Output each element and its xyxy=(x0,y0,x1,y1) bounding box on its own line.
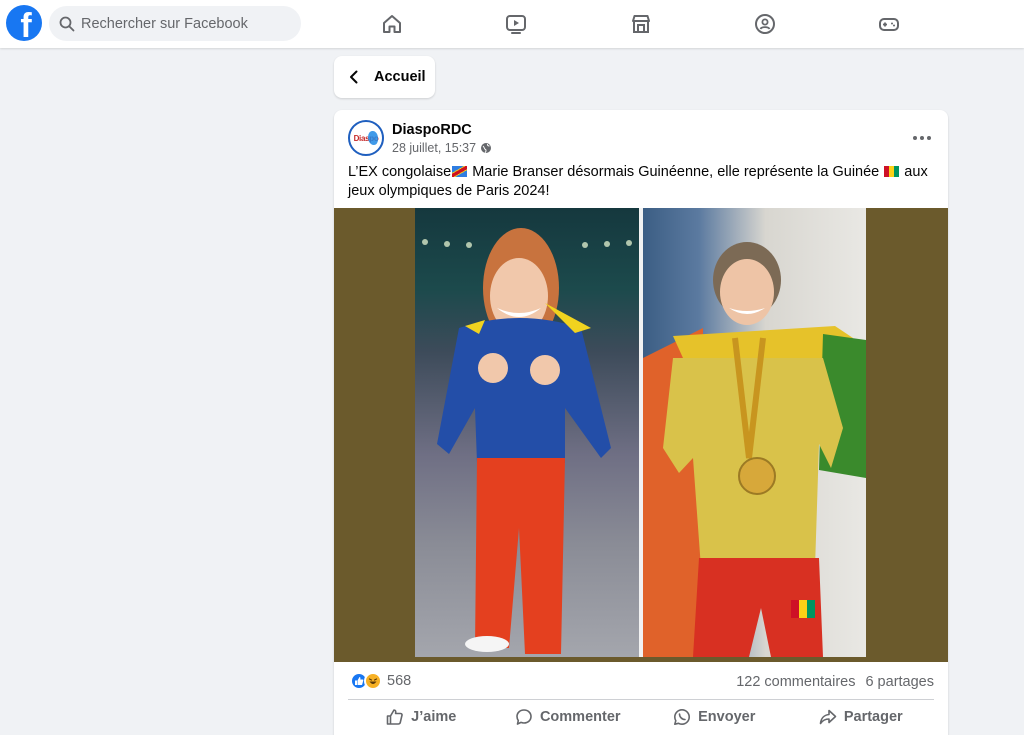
page-avatar[interactable]: Diaspo xyxy=(348,120,384,156)
post-stats: 568 122 commentaires 6 partages xyxy=(334,662,948,700)
video-icon xyxy=(506,15,526,34)
photo-athlete-drc-uniform xyxy=(415,208,639,657)
reaction-count: 568 xyxy=(387,673,412,689)
comment-icon xyxy=(516,709,532,725)
post-action-bar: J’aime Commenter Envoyer Partager xyxy=(348,702,934,732)
post-timestamp[interactable]: 28 juillet, 15:37 xyxy=(392,141,476,155)
comment-button[interactable]: Commenter xyxy=(495,702,642,732)
drc-flag-icon xyxy=(452,166,468,177)
nav-groups-button[interactable] xyxy=(745,8,785,40)
back-to-home-button[interactable]: Accueil xyxy=(334,56,435,98)
reactions-summary[interactable]: 568 xyxy=(350,672,411,690)
globe-icon xyxy=(481,143,492,153)
nav-marketplace-button[interactable] xyxy=(621,8,661,40)
search-input[interactable] xyxy=(81,15,281,32)
send-button-label: Envoyer xyxy=(698,709,756,725)
whatsapp-icon xyxy=(674,709,691,725)
more-horizontal-icon xyxy=(912,127,933,145)
nav-gaming-button[interactable] xyxy=(869,8,909,40)
chevron-left-icon xyxy=(350,70,358,84)
avatar-map-graphic xyxy=(368,131,378,145)
share-arrow-icon xyxy=(819,709,837,725)
photo-athlete-guinea-jersey xyxy=(643,208,866,657)
post-image[interactable] xyxy=(334,208,948,662)
engagement-counts: 122 commentaires 6 partages xyxy=(726,674,934,690)
back-button-label: Accueil xyxy=(374,69,426,85)
nav-video-button[interactable] xyxy=(496,8,536,40)
top-navigation-bar: f xyxy=(0,0,1024,48)
haha-reaction-icon xyxy=(364,672,382,690)
post-meta: 28 juillet, 15:37 xyxy=(392,141,492,155)
post-author-name[interactable]: DiaspoRDC xyxy=(392,122,472,138)
guinea-flag-icon xyxy=(884,166,900,177)
nav-home-button[interactable] xyxy=(372,8,412,40)
post-options-button[interactable] xyxy=(910,126,934,146)
like-button[interactable]: J’aime xyxy=(348,702,495,732)
share-button[interactable]: Partager xyxy=(788,702,935,732)
home-icon xyxy=(383,15,401,33)
post-text: L’EX congolaise Marie Branser désormais … xyxy=(348,164,928,199)
search-box[interactable] xyxy=(49,6,301,41)
comments-count-link[interactable]: 122 commentaires xyxy=(736,674,855,690)
facebook-logo[interactable]: f xyxy=(6,5,42,41)
shares-count-link[interactable]: 6 partages xyxy=(865,674,934,690)
send-button[interactable]: Envoyer xyxy=(641,702,788,732)
search-icon xyxy=(59,16,75,31)
post-card: Diaspo DiaspoRDC 28 juillet, 15:37 L’EX … xyxy=(334,110,948,735)
comment-button-label: Commenter xyxy=(539,709,621,725)
marketplace-icon xyxy=(632,15,650,33)
gaming-icon xyxy=(879,18,899,31)
like-button-label: J’aime xyxy=(411,709,457,725)
actions-divider xyxy=(348,699,934,700)
share-button-label: Partager xyxy=(843,709,903,725)
groups-icon xyxy=(755,14,775,34)
thumbs-up-icon xyxy=(386,709,404,725)
